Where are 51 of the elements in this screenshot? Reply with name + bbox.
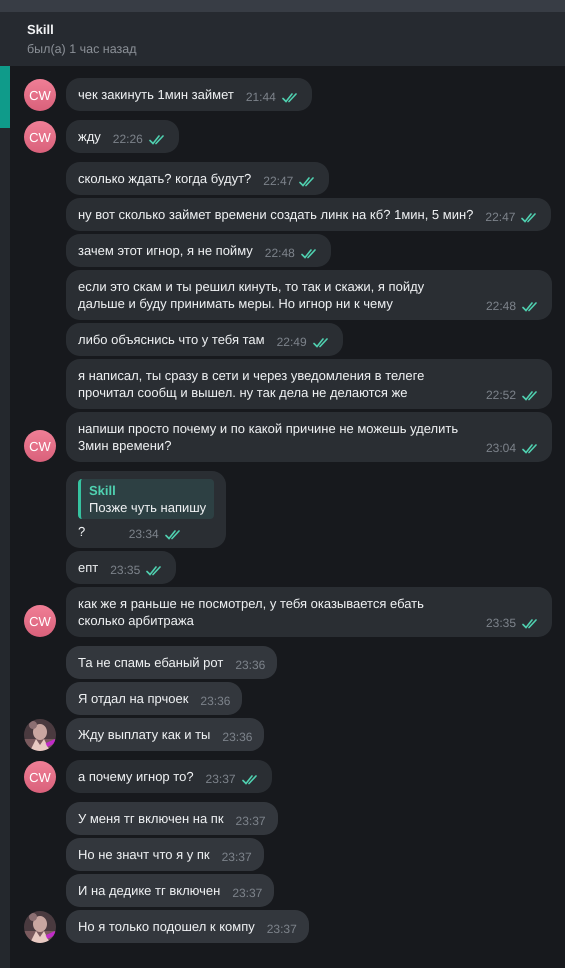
avatar[interactable]: CW xyxy=(24,121,56,153)
message-time: 23:36 xyxy=(200,693,230,710)
message-text: У меня тг включен на пк xyxy=(78,810,224,827)
message-time: 23:35 xyxy=(110,562,140,579)
message-time: 22:49 xyxy=(276,334,307,351)
message-time: 22:47 xyxy=(263,173,294,190)
avatar[interactable]: CW xyxy=(24,605,56,637)
message-text: я написал, ты сразу в сети и через уведомления в телеге прочитал сообщ и вышел. ну так дела не делаются же xyxy=(78,367,426,401)
last-seen-status: был(а) 1 час назад xyxy=(27,42,138,56)
message-time: 23:37 xyxy=(266,921,297,938)
message-text: Жду выплату как и ты xyxy=(78,726,210,743)
message-time: 21:44 xyxy=(246,89,276,106)
avatar[interactable]: CW xyxy=(24,430,56,462)
reply-quote[interactable]: Skill Позже чуть напишу xyxy=(78,479,214,519)
message-time: 22:48 xyxy=(264,245,295,262)
message-time: 23:37 xyxy=(236,813,266,830)
message-time: 22:52 xyxy=(486,387,516,404)
message-time: 23:34 xyxy=(128,526,159,543)
message-text: Но не значт что я у пк xyxy=(78,846,210,863)
chat-title: Skill xyxy=(27,22,55,37)
message-text: чек закинуть 1мин займет xyxy=(78,86,234,103)
message-time: 23:37 xyxy=(206,771,236,788)
message-text: если это скам и ты решил кинуть, то так и скажи, я пойду дальше и буду принимать меры. Но игнор ни к чему xyxy=(78,278,426,312)
message-time: 23:36 xyxy=(235,657,266,674)
message-text: либо объяснись что у тебя там xyxy=(78,331,265,348)
message-text: Но я только подошел к компу xyxy=(78,918,255,935)
active-chat-marker xyxy=(0,66,10,128)
message-time: 23:37 xyxy=(232,885,262,902)
message-text: ? xyxy=(78,523,86,540)
message-time: 23:37 xyxy=(222,849,252,866)
reply-author: Skill xyxy=(89,482,117,499)
message-text: жду xyxy=(78,128,101,145)
reply-text: Позже чуть напишу xyxy=(89,499,206,516)
message-text: а почему игнор то? xyxy=(78,768,194,785)
message-time: 23:35 xyxy=(486,615,516,632)
message-text: напиши просто почему и по какой причине не можешь уделить 3мин времени? xyxy=(78,420,460,454)
message-text: сколько ждать? когда будут? xyxy=(78,170,252,187)
message-time: 22:47 xyxy=(485,209,516,226)
message-time: 23:36 xyxy=(222,729,252,746)
message-text: зачем этот игнор, я не пойму xyxy=(78,242,253,259)
message-text: И на дедике тг включен xyxy=(78,882,220,899)
message-time: 22:26 xyxy=(112,131,143,148)
message-text: как же я раньше не посмотрел, у тебя оказывается ебать сколько арбитража xyxy=(78,595,425,629)
message-text: Та не спамь ебаный рот xyxy=(78,654,224,671)
message-text: Я отдал на прчоек xyxy=(78,690,188,707)
message-text: епт xyxy=(78,559,98,576)
message-time: 23:04 xyxy=(486,440,516,457)
message-text: ну вот сколько займет времени создать линк на кб? 1мин, 5 мин? xyxy=(78,206,474,223)
message-time: 22:48 xyxy=(486,298,516,315)
avatar[interactable]: CW xyxy=(24,79,56,111)
avatar[interactable]: CW xyxy=(24,761,56,793)
